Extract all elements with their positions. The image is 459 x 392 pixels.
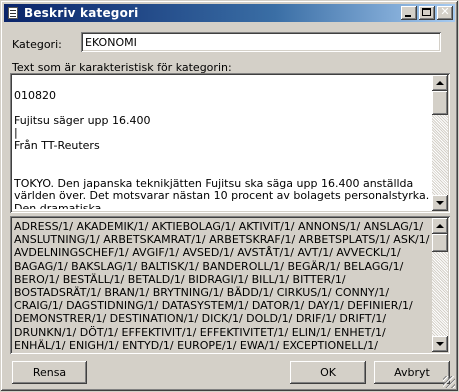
- arrow-up-icon: [436, 81, 444, 85]
- scroll-up-button[interactable]: [432, 218, 448, 234]
- dialog-window: Beskriv kategori ✕ Kategori: Text som är…: [0, 0, 459, 392]
- title-bar[interactable]: Beskriv kategori ✕: [4, 4, 455, 22]
- close-button[interactable]: ✕: [437, 5, 453, 20]
- scroll-down-button[interactable]: [432, 195, 448, 211]
- scroll-thumb[interactable]: [432, 234, 448, 252]
- maximize-button[interactable]: [419, 6, 435, 20]
- minimize-button[interactable]: [401, 6, 417, 20]
- resize-grip[interactable]: [443, 376, 455, 388]
- minimize-icon: [405, 15, 411, 17]
- keywords-text: ADRESS/1/ AKADEMIK/1/ AKTIEBOLAG/1/ AKTI…: [14, 220, 430, 350]
- description-scrollbar[interactable]: [432, 75, 448, 211]
- window-title: Beskriv kategori: [24, 6, 139, 20]
- category-input[interactable]: [81, 32, 441, 52]
- arrow-down-icon: [436, 201, 444, 205]
- scroll-thumb[interactable]: [432, 91, 448, 115]
- maximize-icon: [422, 8, 431, 16]
- close-icon: ✕: [440, 5, 450, 18]
- document-icon: [6, 6, 20, 20]
- reset-button[interactable]: Rensa: [12, 361, 87, 384]
- scroll-up-button[interactable]: [432, 75, 448, 91]
- keywords-scrollbar[interactable]: [432, 218, 448, 352]
- description-textarea[interactable]: 010820 Fujitsu säger upp 16.400 | Från T…: [10, 73, 450, 213]
- category-label: Kategori:: [12, 38, 62, 51]
- ok-button[interactable]: OK: [290, 361, 366, 384]
- category-field[interactable]: [81, 32, 441, 52]
- cancel-button[interactable]: Avbryt: [374, 361, 450, 384]
- keywords-textarea[interactable]: ADRESS/1/ AKADEMIK/1/ AKTIEBOLAG/1/ AKTI…: [10, 216, 450, 354]
- arrow-down-icon: [436, 342, 444, 346]
- scroll-down-button[interactable]: [432, 336, 448, 352]
- arrow-up-icon: [436, 224, 444, 228]
- description-text: 010820 Fujitsu säger upp 16.400 | Från T…: [14, 88, 430, 209]
